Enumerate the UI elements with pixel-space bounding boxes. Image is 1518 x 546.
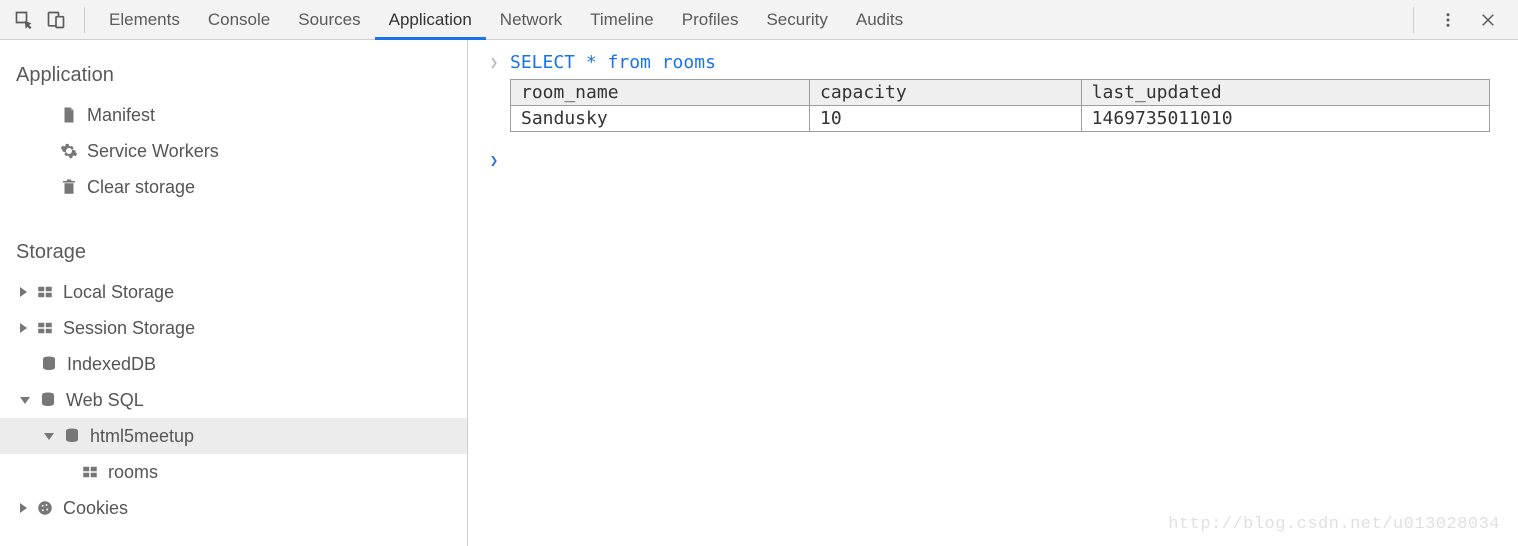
tab-timeline[interactable]: Timeline <box>576 0 668 39</box>
arrow-spacer <box>44 146 51 156</box>
column-header[interactable]: last_updated <box>1081 80 1489 106</box>
sidebar-item-label: rooms <box>108 462 158 483</box>
sidebar-item-manifest[interactable]: Manifest <box>0 97 467 133</box>
tab-label: Audits <box>856 10 903 30</box>
tab-label: Profiles <box>682 10 739 30</box>
sidebar-item-web-sql[interactable]: Web SQL <box>0 382 467 418</box>
tab-label: Console <box>208 10 270 30</box>
tab-console[interactable]: Console <box>194 0 284 39</box>
tab-security[interactable]: Security <box>752 0 841 39</box>
sidebar-item-label: html5meetup <box>90 426 194 447</box>
web-sql-console: ❯ SELECT * from rooms room_name capacity… <box>468 40 1518 546</box>
console-prompt-line[interactable]: ❯ <box>488 146 1498 173</box>
table-icon <box>35 282 55 302</box>
database-icon <box>39 354 59 374</box>
tab-sources[interactable]: Sources <box>284 0 374 39</box>
query-result-table: room_name capacity last_updated Sandusky… <box>510 79 1490 132</box>
tab-label: Timeline <box>590 10 654 30</box>
sidebar-item-session-storage[interactable]: Session Storage <box>0 310 467 346</box>
tab-application[interactable]: Application <box>375 0 486 39</box>
sidebar-item-label: Session Storage <box>63 318 195 339</box>
collapse-arrow-icon[interactable] <box>44 433 54 440</box>
tab-label: Sources <box>298 10 360 30</box>
chevron-right-icon: ❯ <box>488 150 500 169</box>
table-cell: Sandusky <box>511 106 810 132</box>
sidebar-item-cookies[interactable]: Cookies <box>0 490 467 526</box>
cookie-icon <box>35 498 55 518</box>
tab-label: Security <box>766 10 827 30</box>
separator <box>84 7 85 33</box>
table-row[interactable]: Sandusky 10 1469735011010 <box>511 106 1490 132</box>
table-cell: 10 <box>810 106 1082 132</box>
panel-tabs: Elements Console Sources Application Net… <box>95 0 917 39</box>
trash-icon <box>59 177 79 197</box>
sidebar-item-label: Web SQL <box>66 390 144 411</box>
sidebar-item-label: IndexedDB <box>67 354 156 375</box>
tab-audits[interactable]: Audits <box>842 0 917 39</box>
console-query-text: SELECT * from rooms <box>510 52 716 73</box>
expand-arrow-icon[interactable] <box>20 503 27 513</box>
column-header[interactable]: room_name <box>511 80 810 106</box>
toolbar-right <box>1399 6 1508 34</box>
table-icon <box>35 318 55 338</box>
arrow-spacer <box>20 359 31 369</box>
chevron-right-icon: ❯ <box>488 52 500 71</box>
database-icon <box>62 426 82 446</box>
sidebar-item-local-storage[interactable]: Local Storage <box>0 274 467 310</box>
tab-label: Network <box>500 10 562 30</box>
table-header-row: room_name capacity last_updated <box>511 80 1490 106</box>
sidebar-item-label: Manifest <box>87 105 155 126</box>
sidebar-item-indexeddb[interactable]: IndexedDB <box>0 346 467 382</box>
arrow-spacer <box>44 182 51 192</box>
main-split: Application Manifest Service Workers Cle… <box>0 40 1518 546</box>
sidebar-item-label: Clear storage <box>87 177 195 198</box>
kebab-menu-icon[interactable] <box>1434 6 1462 34</box>
gear-icon <box>59 141 79 161</box>
device-toggle-icon[interactable] <box>42 6 70 34</box>
tab-label: Application <box>389 10 472 30</box>
table-icon <box>80 462 100 482</box>
sidebar-item-web-sql-database[interactable]: html5meetup <box>0 418 467 454</box>
column-header[interactable]: capacity <box>810 80 1082 106</box>
section-gap <box>0 205 467 231</box>
collapse-arrow-icon[interactable] <box>20 397 30 404</box>
application-sidebar: Application Manifest Service Workers Cle… <box>0 40 468 546</box>
sidebar-item-label: Service Workers <box>87 141 219 162</box>
console-query-line: ❯ SELECT * from rooms <box>488 48 1498 77</box>
tab-profiles[interactable]: Profiles <box>668 0 753 39</box>
tab-elements[interactable]: Elements <box>95 0 194 39</box>
database-icon <box>38 390 58 410</box>
table-cell: 1469735011010 <box>1081 106 1489 132</box>
arrow-spacer <box>44 110 51 120</box>
close-icon[interactable] <box>1474 6 1502 34</box>
section-title-application: Application <box>0 54 467 97</box>
expand-arrow-icon[interactable] <box>20 323 27 333</box>
tab-network[interactable]: Network <box>486 0 576 39</box>
devtools-toolbar: Elements Console Sources Application Net… <box>0 0 1518 40</box>
tab-label: Elements <box>109 10 180 30</box>
sidebar-item-service-workers[interactable]: Service Workers <box>0 133 467 169</box>
sidebar-item-clear-storage[interactable]: Clear storage <box>0 169 467 205</box>
inspect-element-icon[interactable] <box>10 6 38 34</box>
section-title-storage: Storage <box>0 231 467 274</box>
file-icon <box>59 105 79 125</box>
sidebar-item-label: Cookies <box>63 498 128 519</box>
sidebar-item-label: Local Storage <box>63 282 174 303</box>
expand-arrow-icon[interactable] <box>20 287 27 297</box>
separator <box>1413 7 1414 33</box>
sidebar-item-web-sql-table[interactable]: rooms <box>0 454 467 490</box>
